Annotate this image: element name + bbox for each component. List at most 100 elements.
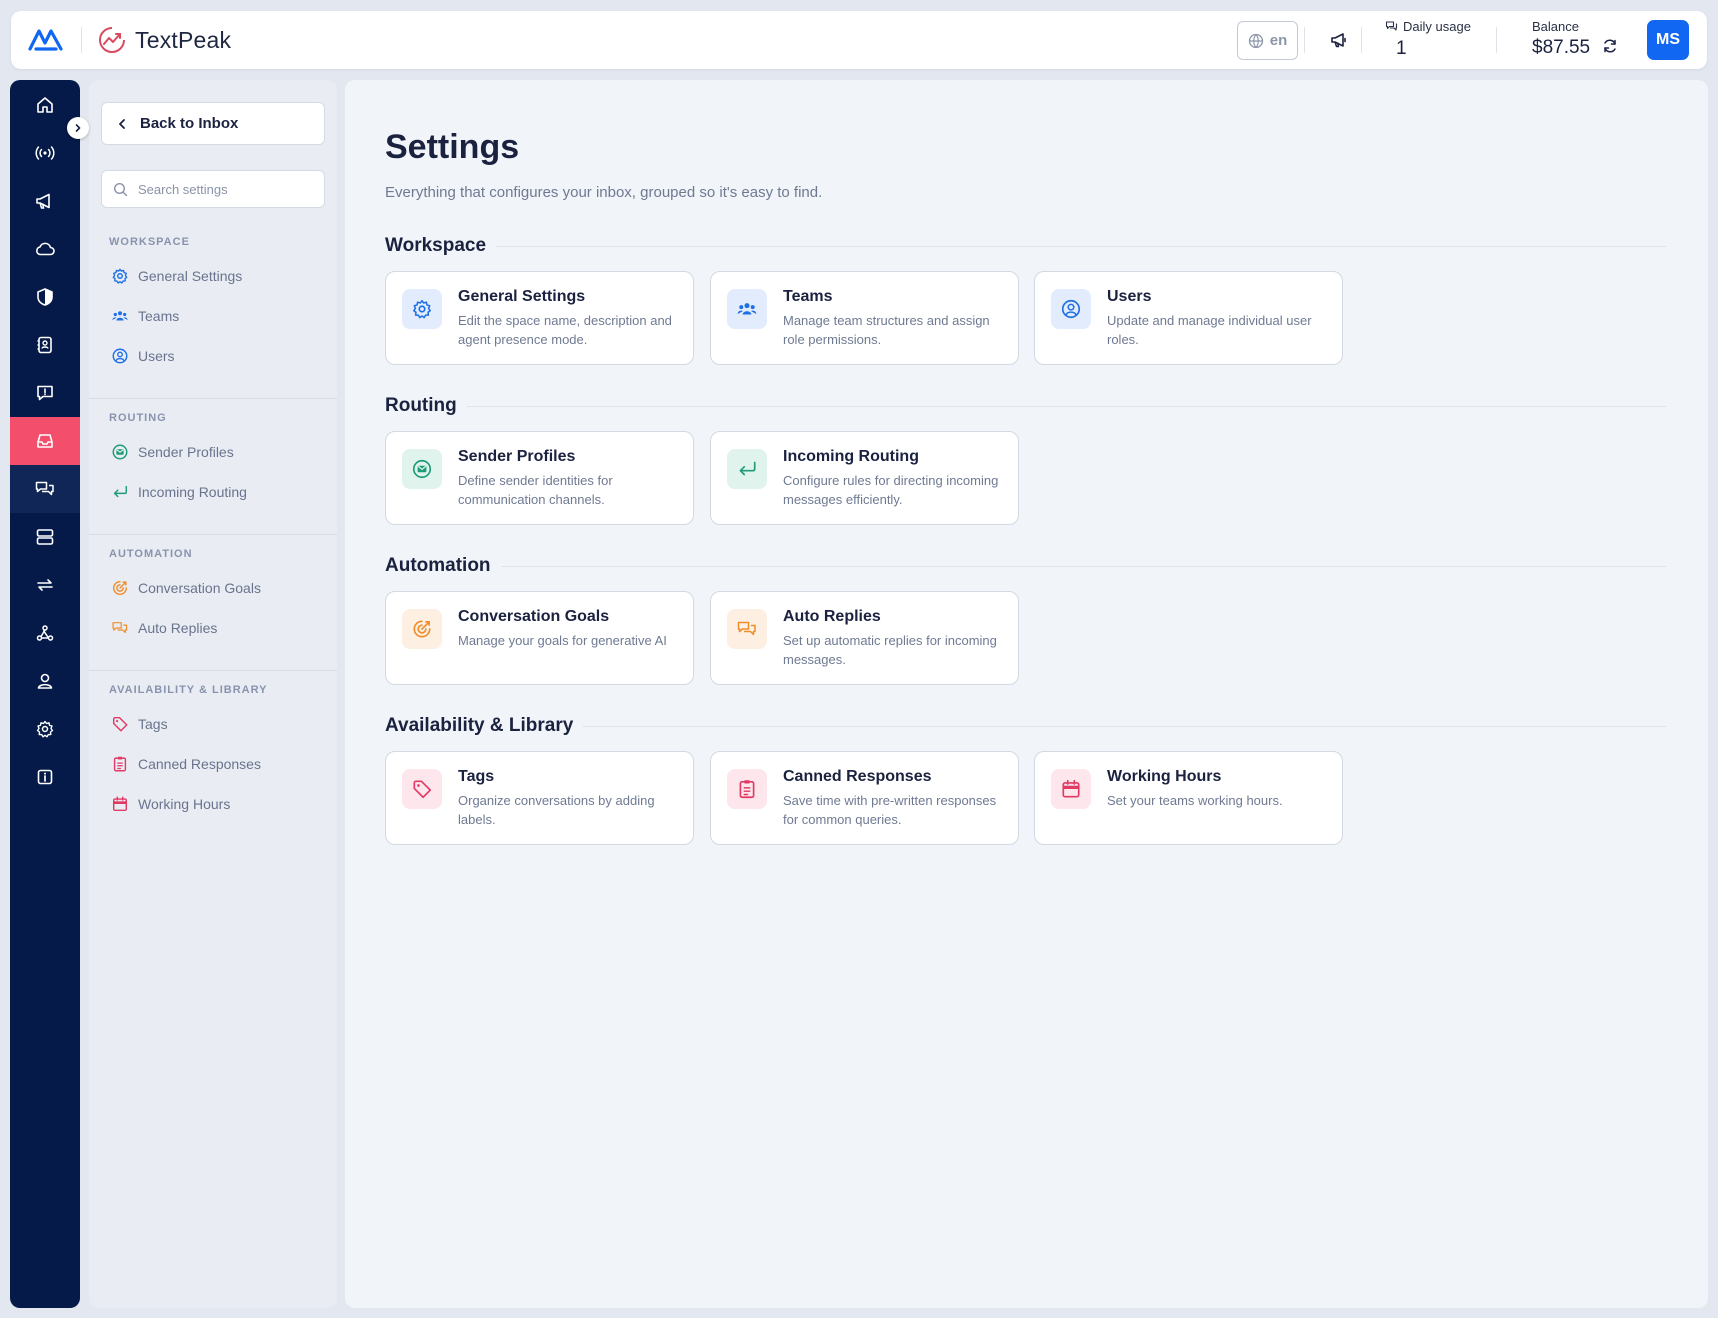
card-conversation-goals[interactable]: Conversation Goals Manage your goals for… (385, 591, 694, 685)
announcements-button[interactable] (1323, 24, 1355, 56)
chevron-right-icon (75, 124, 81, 132)
daily-usage: Daily usage 1 (1385, 19, 1471, 60)
card-title: Tags (458, 768, 495, 785)
chevron-left-icon (119, 118, 125, 129)
card-tags[interactable]: Tags Organize conversations by adding la… (385, 751, 694, 845)
card-incoming-routing[interactable]: Incoming Routing Configure rules for dir… (710, 431, 1019, 525)
user-circle-icon (112, 348, 128, 364)
section-heading-workspace: Workspace (385, 235, 1666, 257)
search-input[interactable] (138, 181, 308, 197)
rail-settings[interactable] (10, 705, 80, 753)
shield-icon (37, 288, 53, 306)
sidebar-item-teams[interactable]: Teams (111, 304, 179, 328)
rail-campaigns[interactable] (10, 177, 80, 225)
user-avatar[interactable]: MS (1647, 20, 1689, 60)
rail-cloud[interactable] (10, 225, 80, 273)
rail-webhooks[interactable] (10, 609, 80, 657)
mail-circle-icon (412, 459, 432, 479)
top-bar: TextPeak en Daily usage 1 Balance $87.55… (11, 11, 1707, 69)
refresh-icon[interactable] (1602, 38, 1618, 59)
brand-name: TextPeak (135, 26, 232, 53)
card-description: Manage your goals for generative AI (458, 633, 667, 648)
section-title: Automation (385, 555, 491, 576)
card-sender-profiles[interactable]: Sender Profiles Define sender identities… (385, 431, 694, 525)
target-icon (112, 580, 128, 596)
rail-exchange[interactable] (10, 561, 80, 609)
rail-security[interactable] (10, 273, 80, 321)
sidebar-item-tags[interactable]: Tags (111, 712, 168, 736)
info-icon (37, 769, 53, 785)
chat-bubbles-icon (737, 621, 756, 636)
user-icon (37, 673, 53, 689)
usage-value: 1 (1396, 38, 1407, 59)
chat-bubbles-icon (112, 622, 128, 634)
sidebar-item-label: Users (138, 348, 175, 364)
sidebar-item-conversation-goals[interactable]: Conversation Goals (111, 576, 261, 600)
group-title-routing: ROUTING (109, 412, 167, 424)
rail-broadcast[interactable] (10, 129, 80, 177)
card-description: Manage team structures and assign role p… (783, 313, 990, 347)
card-title: Teams (783, 288, 833, 305)
language-label: en (1269, 32, 1288, 49)
chat-icon (1385, 21, 1398, 31)
card-icon-box (727, 289, 767, 329)
sidebar-item-users[interactable]: Users (111, 344, 175, 368)
gear-icon (412, 299, 432, 319)
card-description: Configure rules for directing incoming m… (783, 473, 999, 507)
tag-icon (413, 780, 432, 799)
settings-search[interactable] (101, 170, 325, 208)
rail-profile[interactable] (10, 657, 80, 705)
rail-chat-alerts[interactable] (10, 369, 80, 417)
language-button[interactable]: en (1237, 21, 1298, 60)
card-users[interactable]: Users Update and manage individual user … (1034, 271, 1343, 365)
sidebar-item-auto-replies[interactable]: Auto Replies (111, 616, 217, 640)
app-logo-icon[interactable] (27, 23, 65, 55)
calendar-icon (1062, 779, 1080, 798)
card-description: Edit the space name, description and age… (458, 313, 672, 347)
card-icon-box (727, 769, 767, 809)
back-label: Back to Inbox (140, 115, 239, 132)
sidebar-item-label: Auto Replies (138, 620, 218, 636)
sidebar-item-working-hours[interactable]: Working Hours (111, 792, 230, 816)
megaphone-icon (1331, 33, 1346, 48)
sidebar-item-label: Tags (138, 716, 168, 732)
back-to-inbox-button[interactable]: Back to Inbox (101, 102, 325, 145)
rail-conversations[interactable] (10, 465, 80, 513)
section-heading-automation: Automation (385, 555, 1666, 577)
card-title: Auto Replies (783, 608, 881, 625)
sidebar-divider (89, 398, 337, 399)
search-icon (113, 182, 128, 196)
sidebar-item-sender-profiles[interactable]: Sender Profiles (111, 440, 234, 464)
card-icon-box (1051, 769, 1091, 809)
card-canned-responses[interactable]: Canned Responses Save time with pre-writ… (710, 751, 1019, 845)
team-icon (112, 311, 128, 321)
card-description: Update and manage individual user roles. (1107, 313, 1312, 347)
card-icon-box (1051, 289, 1091, 329)
rail-servers[interactable] (10, 513, 80, 561)
rail-contacts[interactable] (10, 321, 80, 369)
sidebar-item-incoming-routing[interactable]: Incoming Routing (111, 480, 247, 504)
return-arrow-icon (739, 461, 756, 476)
section-divider (496, 245, 1666, 247)
page-subtitle: Everything that configures your inbox, g… (385, 184, 823, 201)
rail-expand-button[interactable] (67, 117, 89, 139)
card-icon-box (727, 449, 767, 489)
brand-chart-icon (97, 25, 127, 55)
section-divider (583, 725, 1666, 727)
card-teams[interactable]: Teams Manage team structures and assign … (710, 271, 1019, 365)
card-working-hours[interactable]: Working Hours Set your teams working hou… (1034, 751, 1343, 845)
sidebar-item-label: Conversation Goals (138, 580, 261, 596)
brand: TextPeak (97, 24, 231, 56)
rail-inbox[interactable] (10, 417, 80, 465)
rail-info[interactable] (10, 753, 80, 801)
card-general-settings[interactable]: General Settings Edit the space name, de… (385, 271, 694, 365)
card-title: Canned Responses (783, 768, 932, 785)
card-auto-replies[interactable]: Auto Replies Set up automatic replies fo… (710, 591, 1019, 685)
sidebar-item-canned-responses[interactable]: Canned Responses (111, 752, 261, 776)
cloud-icon (36, 242, 55, 256)
section-divider (466, 405, 1666, 407)
usage-label: Daily usage (1403, 19, 1471, 34)
sidebar-item-general-settings[interactable]: General Settings (111, 264, 242, 288)
header-divider (81, 27, 82, 53)
broadcast-icon (35, 146, 55, 160)
